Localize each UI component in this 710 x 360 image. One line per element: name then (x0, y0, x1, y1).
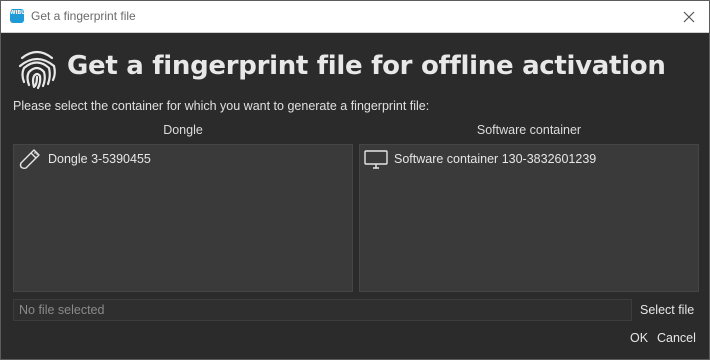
software-column-header: Software container (476, 123, 582, 137)
software-item-label: Software container 130-3832601239 (394, 152, 597, 166)
ok-button[interactable]: OK (630, 331, 648, 345)
software-container-list[interactable]: Software container 130-3832601239 (359, 144, 699, 292)
dongle-item-label: Dongle 3-5390455 (48, 152, 151, 166)
page-title: Get a fingerprint file for offline activ… (67, 51, 666, 81)
list-item-software-container[interactable]: Software container 130-3832601239 (364, 148, 596, 170)
list-item-dongle[interactable]: Dongle 3-5390455 (18, 148, 151, 170)
file-path-field[interactable]: No file selected (13, 299, 632, 321)
title-bar: WIBU Get a fingerprint file (1, 1, 709, 33)
window-title: Get a fingerprint file (31, 9, 136, 23)
dongle-list[interactable]: Dongle 3-5390455 (13, 144, 353, 292)
app-icon: WIBU (10, 9, 25, 23)
select-file-button[interactable]: Select file (640, 303, 694, 317)
cancel-button[interactable]: Cancel (657, 331, 696, 345)
monitor-icon (364, 150, 388, 169)
close-button[interactable] (669, 1, 709, 32)
dongle-column-header: Dongle (163, 123, 203, 137)
close-icon (683, 11, 695, 22)
dialog-window: WIBU Get a fingerprint file Get a finger… (0, 0, 710, 360)
fingerprint-icon (18, 50, 56, 90)
usb-dongle-icon (19, 149, 40, 170)
instruction-text: Please select the container for which yo… (13, 99, 430, 113)
